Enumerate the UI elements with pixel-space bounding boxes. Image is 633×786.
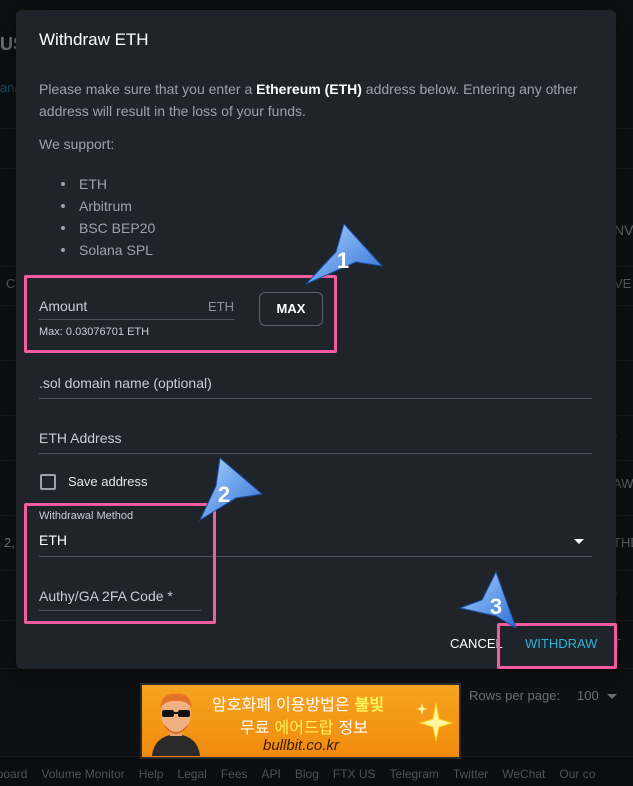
step-number: 3	[490, 594, 502, 619]
currency-name: Ethereum (ETH)	[256, 81, 362, 97]
ad-headline: 암호화폐 이용방법은 불빛	[212, 695, 385, 714]
step-number: 2	[218, 482, 230, 507]
step-2-arrow-icon: 2	[198, 457, 264, 522]
ad-subline: 무료 에어드랍 정보	[240, 718, 368, 737]
highlight-box-method	[24, 503, 216, 624]
avatar-icon	[152, 693, 200, 756]
ad-banner[interactable]: 암호화폐 이용방법은 불빛 무료 에어드랍 정보 bullbit.co.kr	[140, 683, 461, 759]
list-item: BSC BEP20	[61, 217, 155, 239]
sol-domain-input[interactable]: .sol domain name (optional)	[39, 375, 212, 391]
step-1-arrow-icon: 1	[305, 222, 384, 285]
support-label: We support:	[39, 136, 115, 152]
cancel-button[interactable]: CANCEL	[450, 636, 503, 651]
address-warning: Please make sure that you enter a Ethere…	[39, 81, 578, 119]
sparkle-icon	[416, 702, 454, 742]
list-item: ETH	[61, 173, 155, 195]
sol-domain-underline	[39, 398, 592, 399]
step-3-arrow-icon: 3	[458, 570, 517, 630]
chevron-down-icon[interactable]	[574, 539, 584, 544]
save-address-label[interactable]: Save address	[68, 474, 148, 489]
ad-url[interactable]: bullbit.co.kr	[263, 737, 339, 754]
list-item: Solana SPL	[61, 239, 155, 261]
list-item: Arbitrum	[61, 195, 155, 217]
supported-networks-list: ETH Arbitrum BSC BEP20 Solana SPL	[61, 173, 155, 261]
eth-address-underline	[39, 453, 592, 454]
eth-address-input[interactable]: ETH Address	[39, 430, 121, 446]
modal-title: Withdraw ETH	[39, 30, 149, 49]
highlight-box-amount	[24, 275, 337, 353]
step-number: 1	[337, 248, 349, 273]
save-address-checkbox[interactable]	[40, 474, 56, 490]
